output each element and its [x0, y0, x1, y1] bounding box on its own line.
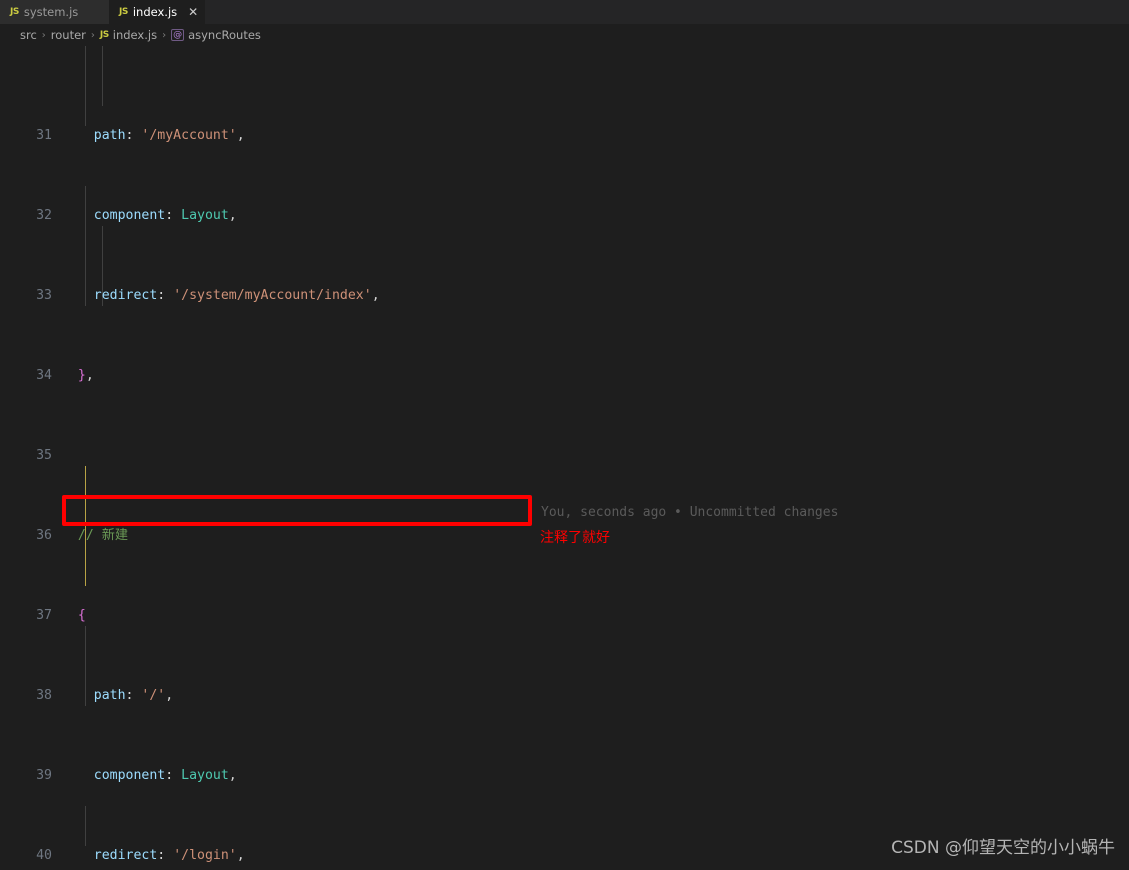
code-line[interactable]: 32 component: Layout, [0, 206, 1129, 226]
code-line[interactable]: 33 redirect: '/system/myAccount/index', [0, 286, 1129, 306]
chevron-right-icon: › [162, 29, 167, 41]
tab-label: index.js [132, 5, 178, 19]
code-line[interactable]: 40 redirect: '/login', [0, 846, 1129, 866]
line-content: path: '/myAccount', [93, 128, 245, 143]
line-number: 32 [36, 208, 52, 223]
line-content: redirect: '/login', [93, 848, 245, 863]
breadcrumb-item-index-js[interactable]: index.js [113, 28, 157, 42]
line-content: { [77, 608, 86, 623]
tab-label: system.js [23, 5, 79, 19]
chevron-right-icon: › [41, 29, 46, 41]
line-number: 35 [36, 448, 52, 463]
code-line[interactable]: 34 }, [0, 366, 1129, 386]
editor-tab-bar: JS system.js JS index.js ✕ [0, 0, 1129, 24]
line-number: 40 [36, 848, 52, 863]
line-content: component: Layout, [93, 768, 237, 783]
line-content: // 新建 [77, 528, 129, 543]
line-number: 34 [36, 368, 52, 383]
breadcrumb-item-router[interactable]: router [51, 28, 86, 42]
js-file-icon: JS [119, 7, 128, 17]
breadcrumb: src › router › JS index.js › @ asyncRout… [0, 24, 1129, 46]
breadcrumb-item-asyncroutes[interactable]: asyncRoutes [188, 28, 261, 42]
line-content: }, [77, 368, 94, 383]
line-number: 39 [36, 768, 52, 783]
line-content: redirect: '/system/myAccount/index', [93, 288, 380, 303]
tab-index-js[interactable]: JS index.js ✕ [109, 0, 205, 24]
js-file-icon: JS [10, 7, 19, 17]
code-line[interactable]: 36 // 新建 [0, 526, 1129, 546]
code-lines[interactable]: 31 path: '/myAccount', 32 component: Lay… [0, 46, 1129, 870]
close-icon[interactable]: ✕ [182, 6, 198, 18]
line-number: 31 [36, 128, 52, 143]
line-number: 38 [36, 688, 52, 703]
line-content: path: '/', [93, 688, 174, 703]
line-number: 37 [36, 608, 52, 623]
line-content: component: Layout, [93, 208, 237, 223]
code-line[interactable]: 39 component: Layout, [0, 766, 1129, 786]
code-line[interactable]: 35 [0, 446, 1129, 466]
line-number: 33 [36, 288, 52, 303]
code-line[interactable]: 31 path: '/myAccount', [0, 126, 1129, 146]
symbol-variable-icon: @ [171, 29, 185, 41]
code-line[interactable]: 37 { [0, 606, 1129, 626]
line-number: 36 [36, 528, 52, 543]
code-editor[interactable]: 31 path: '/myAccount', 32 component: Lay… [0, 46, 1129, 870]
code-line[interactable]: 38 path: '/', [0, 686, 1129, 706]
js-file-icon: JS [99, 30, 109, 40]
breadcrumb-item-src[interactable]: src [20, 28, 37, 42]
tab-bar-empty-space [205, 0, 1129, 24]
chevron-right-icon: › [90, 29, 95, 41]
tab-system-js[interactable]: JS system.js [0, 0, 109, 24]
